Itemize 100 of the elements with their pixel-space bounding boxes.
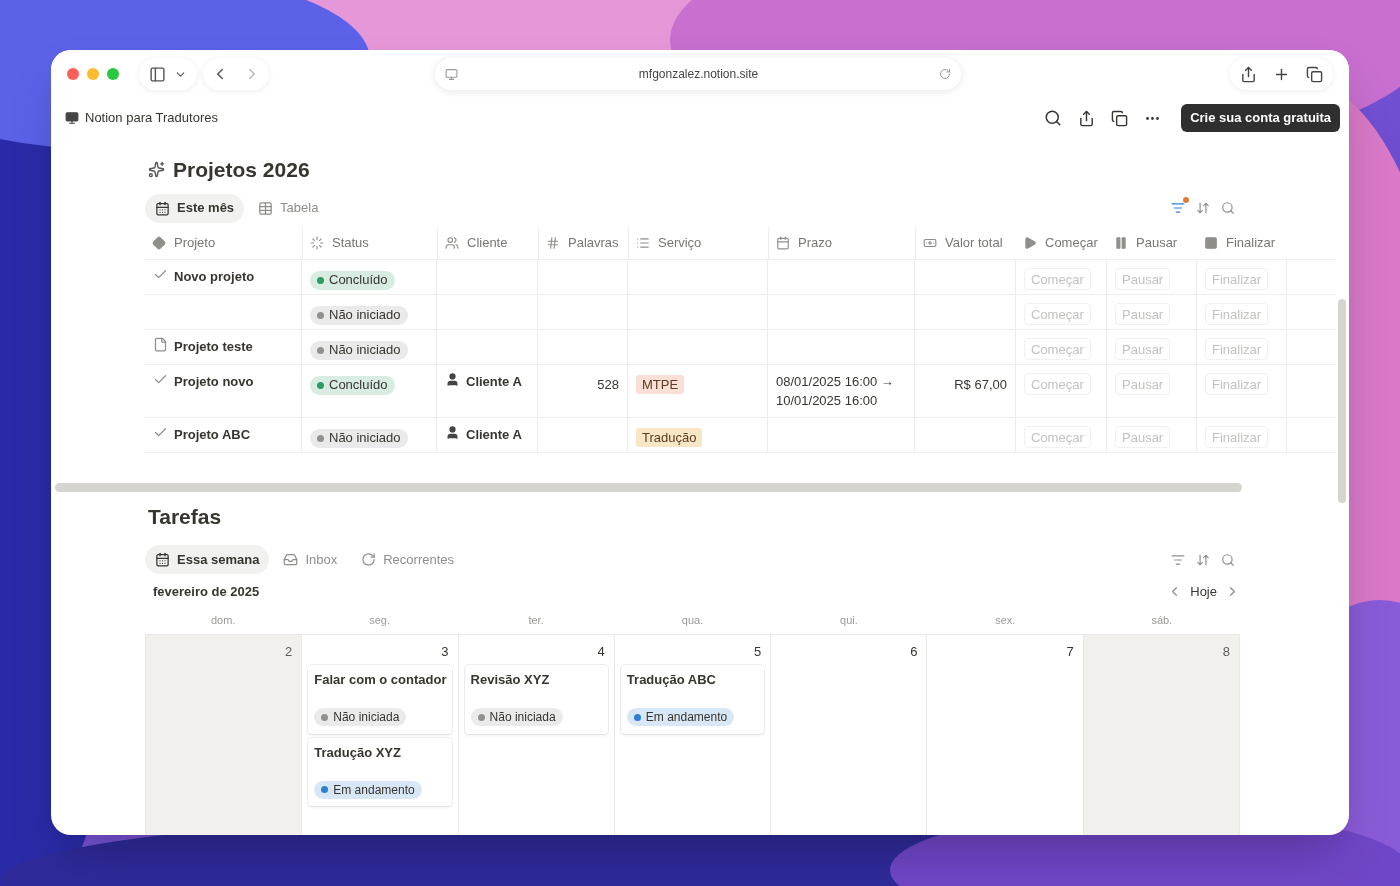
day-number: 5 bbox=[753, 642, 763, 661]
view-tab[interactable]: Recorrentes bbox=[351, 545, 465, 574]
task-card[interactable]: Tradução XYZ Em andamento bbox=[308, 737, 452, 806]
weekday-label: qui. bbox=[839, 612, 859, 628]
task-card[interactable]: Falar com o contador Não iniciada bbox=[308, 665, 452, 734]
hash-icon bbox=[546, 235, 560, 250]
filter-icon[interactable] bbox=[1171, 552, 1185, 567]
day-cell[interactable]: 4 Revisão XYZ Não iniciada bbox=[458, 634, 615, 835]
column-header[interactable]: Cliente bbox=[437, 226, 538, 259]
service-tag: MTPE bbox=[636, 374, 685, 394]
day-cell[interactable]: 5 Tradução ABC Em andamento bbox=[614, 634, 772, 835]
column-header[interactable]: Pausar bbox=[1107, 226, 1197, 259]
vertical-scrollbar[interactable] bbox=[1338, 299, 1346, 503]
task-title: Tradução XYZ bbox=[314, 743, 402, 762]
column-header[interactable]: Prazo bbox=[768, 226, 915, 259]
total-value: R$ 67,00 bbox=[954, 376, 1007, 392]
weekday-label: seg. bbox=[368, 612, 392, 628]
people-icon bbox=[445, 235, 459, 250]
status-tag: Não iniciado bbox=[310, 428, 408, 448]
project-name[interactable]: Novo projeto bbox=[174, 266, 255, 286]
calendar-icon bbox=[155, 552, 170, 567]
day-cell[interactable]: 2 bbox=[146, 634, 303, 835]
sparkles-icon bbox=[148, 161, 165, 179]
column-header[interactable]: Começar bbox=[1016, 226, 1107, 259]
calendar-icon bbox=[155, 200, 170, 216]
minimize-window-button[interactable] bbox=[87, 68, 99, 80]
list-icon bbox=[636, 235, 650, 250]
close-window-button[interactable] bbox=[67, 68, 79, 80]
column-header[interactable]: Finalizar bbox=[1197, 226, 1287, 259]
day-number: 6 bbox=[910, 642, 919, 661]
task-title: Falar com o contador bbox=[314, 671, 446, 689]
sort-icon[interactable] bbox=[1196, 201, 1210, 215]
today-button[interactable]: Hoje bbox=[1190, 582, 1217, 602]
maximize-window-button[interactable] bbox=[107, 68, 119, 80]
share-icon[interactable] bbox=[1240, 65, 1257, 83]
address-bar[interactable]: mfgonzalez.notion.site bbox=[435, 58, 961, 90]
stop-icon bbox=[1204, 235, 1218, 250]
status-tag: Não iniciado bbox=[310, 305, 408, 325]
horizontal-scrollbar[interactable] bbox=[55, 482, 1242, 492]
view-tab[interactable]: Essa semana bbox=[145, 545, 270, 574]
view-tab[interactable]: Inbox bbox=[273, 545, 348, 574]
filter-icon[interactable] bbox=[1171, 201, 1185, 215]
view-tab[interactable]: Este mês bbox=[145, 193, 245, 223]
project-name[interactable]: Projeto teste bbox=[174, 336, 253, 356]
column-header[interactable]: Serviço bbox=[628, 226, 768, 259]
project-name[interactable]: Projeto ABC bbox=[174, 424, 251, 444]
status-tag: Não iniciado bbox=[310, 340, 408, 360]
table-icon bbox=[258, 200, 274, 216]
day-cell[interactable]: 3 Falar com o contador Não iniciada Tradução XYZ Em andamento bbox=[302, 634, 459, 835]
person-icon bbox=[445, 424, 460, 440]
day-cell[interactable]: 8 bbox=[1083, 634, 1240, 835]
play-icon bbox=[1023, 235, 1037, 250]
month-label: fevereiro de 2025 bbox=[153, 583, 260, 601]
day-number: 8 bbox=[1222, 642, 1231, 661]
sort-icon[interactable] bbox=[1196, 552, 1210, 567]
task-card[interactable]: Revisão XYZ Não iniciada bbox=[464, 665, 608, 734]
client-name: Cliente A bbox=[466, 372, 522, 391]
task-title: Tradução ABC bbox=[626, 671, 717, 689]
duplicate-icon[interactable] bbox=[1111, 109, 1129, 127]
day-number: 3 bbox=[441, 642, 450, 661]
calendar-icon bbox=[776, 235, 790, 250]
column-header[interactable]: Status bbox=[302, 226, 437, 259]
status-tag: Concluído bbox=[310, 270, 395, 290]
view-tab[interactable]: Tabela bbox=[248, 193, 329, 223]
client-name: Cliente A bbox=[466, 425, 522, 444]
weekday-label: ter. bbox=[527, 612, 545, 628]
tabs-overview-icon[interactable] bbox=[1306, 65, 1323, 83]
page-icon bbox=[153, 336, 168, 352]
word-count: 528 bbox=[597, 376, 619, 392]
loader-icon bbox=[310, 235, 324, 250]
weekday-label: sex. bbox=[994, 612, 1017, 628]
service-tag: Tradução bbox=[636, 427, 703, 447]
person-icon bbox=[445, 371, 460, 387]
column-header[interactable]: Valor total bbox=[915, 226, 1016, 259]
workspace-icon bbox=[65, 111, 79, 125]
day-cell[interactable]: 7 bbox=[927, 634, 1084, 835]
status-tag: Concluído bbox=[310, 375, 395, 395]
reload-icon[interactable] bbox=[939, 68, 951, 80]
task-title: Revisão XYZ bbox=[470, 671, 551, 689]
day-cell[interactable]: 6 bbox=[771, 634, 928, 835]
day-number: 7 bbox=[1066, 642, 1075, 661]
search-icon[interactable] bbox=[1044, 109, 1063, 127]
database-title: Projetos 2026 bbox=[173, 157, 310, 183]
task-card[interactable]: Tradução ABC Em andamento bbox=[620, 665, 765, 734]
repeat-icon bbox=[361, 552, 377, 567]
inbox-icon bbox=[283, 552, 299, 567]
signup-button[interactable]: Crie sua conta gratuita bbox=[1181, 104, 1340, 132]
deadline-text: 08/01/2025 16:00 → bbox=[776, 372, 895, 391]
breadcrumb-link[interactable]: Notion para Tradutores bbox=[85, 108, 218, 128]
project-name[interactable]: Projeto novo bbox=[174, 371, 254, 391]
sidebar-icon bbox=[149, 65, 166, 83]
column-header[interactable]: Projeto bbox=[145, 226, 302, 259]
status-tag: Em andamento bbox=[626, 708, 735, 726]
day-number: 2 bbox=[285, 642, 294, 661]
share-icon[interactable] bbox=[1078, 109, 1096, 127]
pause-icon bbox=[1114, 235, 1128, 250]
column-header[interactable]: Palavras bbox=[538, 226, 628, 259]
status-tag: Não iniciada bbox=[470, 708, 563, 726]
diamond-icon bbox=[152, 235, 166, 250]
status-tag: Em andamento bbox=[314, 780, 422, 799]
